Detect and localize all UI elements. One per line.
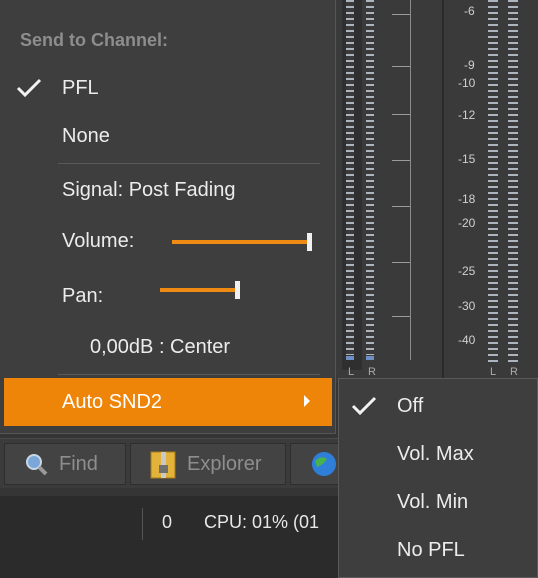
submenu-item-off[interactable]: Off	[339, 383, 537, 429]
meter-bars-right-2	[508, 0, 518, 362]
menu-item-none[interactable]: None	[0, 114, 330, 158]
checkmark-icon	[351, 396, 377, 416]
find-button[interactable]: Find	[4, 443, 126, 485]
channel-label-left: L	[348, 366, 355, 378]
submenu-item-no-pfl[interactable]: No PFL	[339, 527, 537, 573]
menu-item-auto-snd2[interactable]: Auto SND2	[4, 378, 332, 426]
db-label: -18	[458, 192, 476, 206]
menu-item-pan: Pan:	[0, 274, 330, 318]
menu-item-label: Auto SND2	[62, 390, 163, 413]
submenu-item-vol-max[interactable]: Vol. Max	[339, 431, 537, 477]
volume-slider[interactable]	[172, 240, 312, 244]
meter-bars-left-1	[346, 0, 354, 355]
meter-peak-left-1	[346, 356, 354, 360]
db-label: -40	[458, 333, 476, 347]
web-button[interactable]	[290, 443, 340, 485]
magnifier-icon	[26, 454, 48, 476]
db-label: -30	[458, 299, 476, 313]
db-label: -10	[458, 76, 476, 90]
submenu-item-vol-min[interactable]: Vol. Min	[339, 479, 537, 525]
menu-separator	[58, 374, 320, 375]
status-separator	[142, 508, 143, 540]
pan-slider[interactable]	[160, 288, 238, 292]
db-label: -9	[464, 58, 475, 72]
menu-item-label: PFL	[62, 76, 99, 99]
db-label: -15	[458, 152, 476, 166]
db-label: -25	[458, 264, 476, 278]
pan-slider-thumb[interactable]	[235, 281, 240, 299]
menu-item-label: Volume:	[62, 229, 135, 252]
meter-divider	[442, 0, 444, 380]
auto-snd2-submenu: Off Vol. Max Vol. Min No PFL	[338, 378, 538, 578]
tick	[392, 114, 410, 115]
tick	[392, 66, 410, 67]
meter-bars-right-1	[366, 0, 374, 355]
menu-item-label: Signal: Post Fading	[62, 178, 236, 201]
checkmark-icon	[16, 78, 42, 98]
meter-peak-right-1	[366, 356, 374, 360]
db-label: -20	[458, 216, 476, 230]
submenu-item-label: Vol. Max	[397, 442, 474, 465]
db-label: -6	[464, 4, 475, 18]
pan-readout-text: 0,00dB : Center	[90, 335, 231, 358]
menu-item-signal[interactable]: Signal: Post Fading	[0, 168, 330, 212]
find-label: Find	[59, 452, 98, 475]
pan-readout: 0,00dB : Center	[0, 325, 330, 369]
submenu-item-label: Vol. Min	[397, 490, 469, 513]
menu-item-label: None	[62, 124, 110, 147]
status-count: 0	[162, 512, 173, 532]
send-to-channel-menu: Send to Channel: PFL None Signal: Post F…	[0, 0, 336, 434]
meter-scale-line	[410, 0, 411, 360]
tick	[392, 316, 410, 317]
submenu-item-label: Off	[397, 394, 424, 417]
submenu-item-label: No PFL	[397, 538, 465, 561]
globe-icon	[312, 452, 336, 476]
cpu-readout: CPU: 01% (01	[204, 512, 320, 532]
menu-header: Send to Channel:	[20, 30, 168, 50]
menu-item-label: Pan:	[62, 284, 104, 307]
level-meters: -6 -9 -10 -12 -15 -18 -20 -25 -30 -40 L …	[330, 0, 538, 382]
volume-slider-thumb[interactable]	[307, 233, 312, 251]
menu-separator	[58, 163, 320, 164]
tick	[392, 160, 410, 161]
channel-label-right: R	[510, 366, 518, 378]
db-label: -12	[458, 108, 476, 122]
explorer-label: Explorer	[187, 452, 262, 475]
channel-label-right: R	[368, 366, 376, 378]
tick	[392, 262, 410, 263]
channel-label-left: L	[490, 366, 497, 378]
tick	[392, 14, 410, 15]
menu-item-pfl[interactable]: PFL	[0, 66, 330, 110]
folder-zip-icon	[150, 451, 176, 479]
explorer-button[interactable]: Explorer	[130, 443, 286, 485]
meter-bars-left-2	[488, 0, 498, 362]
tick	[392, 206, 410, 207]
submenu-arrow-icon	[304, 395, 310, 407]
